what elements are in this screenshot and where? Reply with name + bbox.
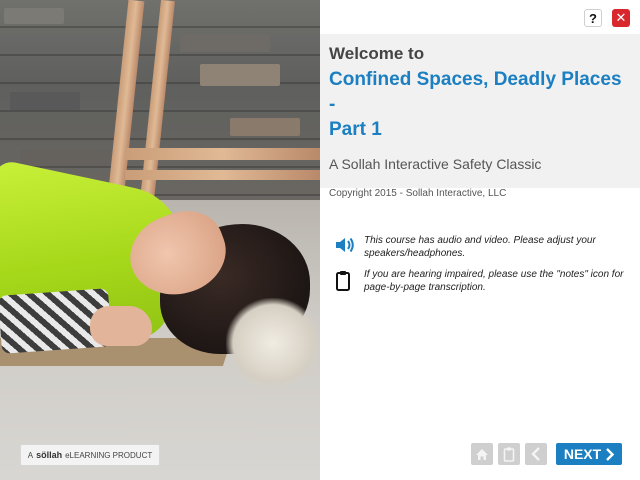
next-label: NEXT	[563, 446, 602, 462]
close-button[interactable]: ✕	[612, 9, 630, 27]
chevron-right-icon	[606, 447, 615, 461]
brand-name: söllah	[36, 450, 63, 460]
brand-suffix: eLEARNING PRODUCT	[65, 450, 153, 460]
home-icon	[476, 448, 488, 460]
chevron-left-icon	[531, 447, 540, 461]
hand	[90, 306, 152, 346]
back-button[interactable]	[525, 443, 547, 465]
notes-button[interactable]	[498, 443, 520, 465]
speaker-icon	[334, 234, 364, 259]
audio-notice: This course has audio and video. Please …	[364, 235, 596, 259]
bottom-nav: NEXT	[471, 443, 622, 465]
clipboard-icon	[503, 447, 515, 462]
help-button[interactable]: ?	[584, 9, 602, 27]
close-icon: ✕	[615, 10, 627, 25]
course-title-line1: Confined Spaces, Deadly Places -	[329, 69, 622, 115]
home-button[interactable]	[471, 443, 493, 465]
list-item: This course has audio and video. Please …	[334, 234, 624, 260]
subtitle: A Sollah Interactive Safety Classic	[329, 156, 542, 172]
brand-prefix: A	[27, 450, 34, 460]
copyright: Copyright 2015 - Sollah Interactive, LLC	[329, 188, 507, 199]
notes-icon	[334, 268, 364, 297]
transcription-notice: If you are hearing impaired, please use …	[364, 269, 624, 293]
title-block: Welcome to Confined Spaces, Deadly Place…	[320, 34, 640, 199]
debris	[226, 298, 320, 388]
course-title-line2: Part 1	[329, 119, 382, 140]
next-button[interactable]: NEXT	[556, 443, 622, 465]
question-icon: ?	[589, 10, 597, 26]
brand-badge: A söllah eLEARNING PRODUCT	[20, 444, 160, 466]
top-toolbar: ? ✕	[584, 9, 630, 27]
welcome-heading: Welcome to	[329, 44, 425, 63]
notes-list: This course has audio and video. Please …	[334, 234, 624, 305]
course-title: Confined Spaces, Deadly Places - Part 1	[329, 67, 631, 142]
hero-photo: A söllah eLEARNING PRODUCT	[0, 0, 320, 480]
list-item: If you are hearing impaired, please use …	[334, 268, 624, 297]
